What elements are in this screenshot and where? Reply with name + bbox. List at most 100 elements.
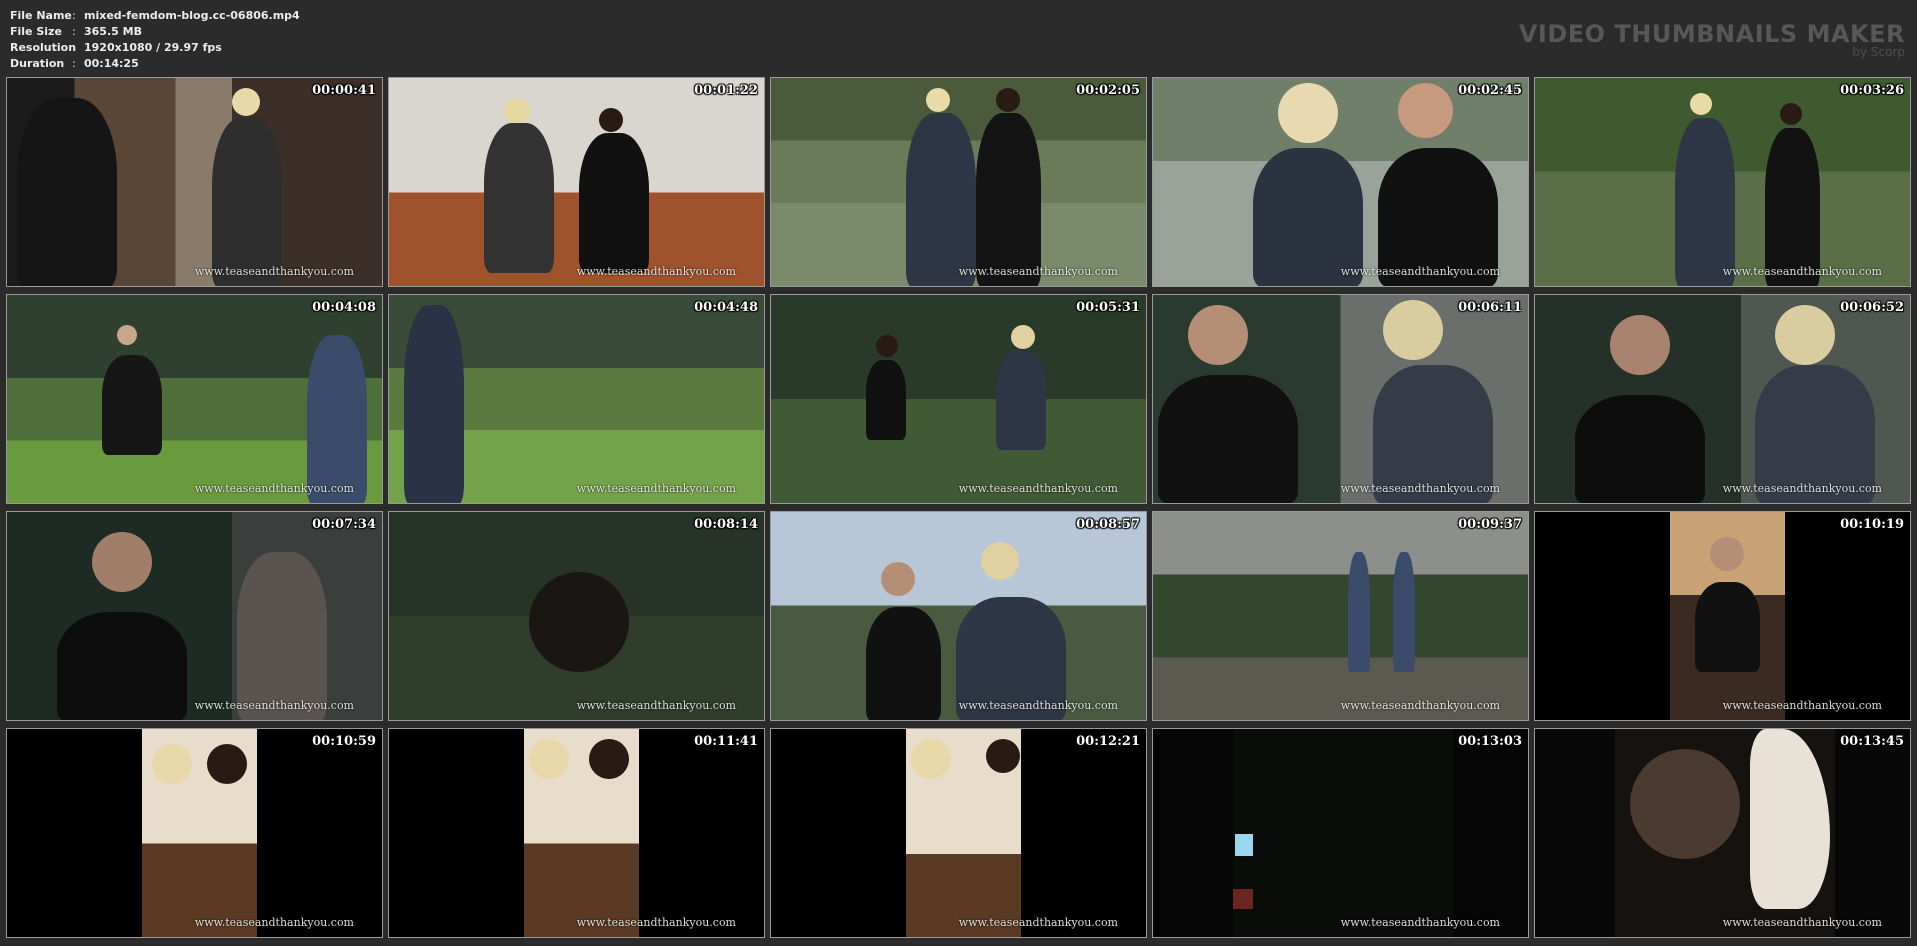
info-separator: : [72,57,76,70]
thumbnail-image [1153,729,1528,937]
timestamp-label: 00:13:45 [1840,734,1904,749]
thumbnail[interactable]: 00:09:37 www.teaseandthankyou.com [1152,511,1529,721]
person-head [881,562,915,596]
thumbnail[interactable]: 00:13:45 www.teaseandthankyou.com [1534,728,1911,938]
thumbnail[interactable]: 00:05:31 www.teaseandthankyou.com [770,294,1147,504]
thumbnail[interactable]: 00:01:22 www.teaseandthankyou.com [388,77,765,287]
person-figure [404,305,464,503]
thumbnail-image [1535,512,1910,720]
timestamp-label: 00:13:03 [1458,734,1522,749]
person-figure [102,355,162,455]
thumbnail[interactable]: 00:04:48 www.teaseandthankyou.com [388,294,765,504]
watermark-text: www.teaseandthankyou.com [1340,482,1500,495]
person-figure [579,133,649,273]
timestamp-label: 00:10:59 [312,734,376,749]
watermark-text: www.teaseandthankyou.com [1340,916,1500,929]
person-figure [1158,375,1298,503]
thumbnail[interactable]: 00:07:34 www.teaseandthankyou.com [6,511,383,721]
thumbnail-image [7,729,382,937]
watermark-text: www.teaseandthankyou.com [958,482,1118,495]
thumbnail[interactable]: 00:02:45 www.teaseandthankyou.com [1152,77,1529,287]
info-row-filename: File Name : mixed-femdom-blog.cc-06806.m… [10,8,300,24]
timestamp-label: 00:06:52 [1840,300,1904,315]
timestamp-label: 00:06:11 [1458,300,1522,315]
thumbnail[interactable]: 00:06:11 www.teaseandthankyou.com [1152,294,1529,504]
person-head [1630,749,1740,859]
timestamp-label: 00:00:41 [312,83,376,98]
header: File Name : mixed-femdom-blog.cc-06806.m… [0,0,1917,74]
info-value: mixed-femdom-blog.cc-06806.mp4 [84,9,300,22]
thumbnail[interactable]: 00:13:03 www.teaseandthankyou.com [1152,728,1529,938]
person-head [926,88,950,112]
watermark-text: www.teaseandthankyou.com [1340,699,1500,712]
info-key: File Size [10,25,62,38]
person-figure [906,113,976,286]
info-value: 00:14:25 [84,57,139,70]
person-head [911,739,951,779]
thumbnail[interactable]: 00:06:52 www.teaseandthankyou.com [1534,294,1911,504]
watermark-text: www.teaseandthankyou.com [1722,265,1882,278]
person-figure [1675,118,1735,286]
person-head [986,739,1020,773]
timestamp-label: 00:11:41 [694,734,758,749]
thumbnail-grid: 00:00:41 www.teaseandthankyou.com 00:01:… [6,77,1911,938]
watermark-text: www.teaseandthankyou.com [194,916,354,929]
thumbnail[interactable]: 00:10:19 www.teaseandthankyou.com [1534,511,1911,721]
watermark-text: www.teaseandthankyou.com [958,265,1118,278]
person-figure [976,113,1041,286]
person-head [232,88,260,116]
thumbnail-image [1535,729,1910,937]
person-head [529,572,629,672]
person-figure [212,118,282,286]
person-figure [17,98,117,286]
info-row-filesize: File Size : 365.5 MB [10,24,300,40]
person-figure [307,335,367,503]
thumbnail[interactable]: 00:08:57 www.teaseandthankyou.com [770,511,1147,721]
watermark-text: www.teaseandthankyou.com [1340,265,1500,278]
watermark-text: www.teaseandthankyou.com [194,482,354,495]
person-head [529,739,569,779]
timestamp-label: 00:01:22 [694,83,758,98]
timestamp-label: 00:04:08 [312,300,376,315]
thumbnail[interactable]: 00:10:59 www.teaseandthankyou.com [6,728,383,938]
thumbnail-image [389,729,764,937]
person-head [152,744,192,784]
person-head [599,108,623,132]
person-head [92,532,152,592]
file-info: File Name : mixed-femdom-blog.cc-06806.m… [10,8,300,72]
thumbnail[interactable]: 00:04:08 www.teaseandthankyou.com [6,294,383,504]
thumbnail-image [1535,78,1910,286]
thumbnail-image [7,78,382,286]
timestamp-label: 00:09:37 [1458,517,1522,532]
thumbnail[interactable]: 00:03:26 www.teaseandthankyou.com [1534,77,1911,287]
timestamp-label: 00:12:21 [1076,734,1140,749]
thumbnail[interactable]: 00:00:41 www.teaseandthankyou.com [6,77,383,287]
thumbnail-image [7,512,382,720]
person-head [207,744,247,784]
watermark-text: www.teaseandthankyou.com [1722,482,1882,495]
watermark-text: www.teaseandthankyou.com [576,916,736,929]
thumbnail[interactable]: 00:12:21 www.teaseandthankyou.com [770,728,1147,938]
person-figure [1765,128,1820,286]
person-head [1710,537,1744,571]
thumbnail[interactable]: 00:02:05 www.teaseandthankyou.com [770,77,1147,287]
timestamp-label: 00:08:14 [694,517,758,532]
watermark-text: www.teaseandthankyou.com [576,482,736,495]
person-head [876,335,898,357]
thumbnail[interactable]: 00:08:14 www.teaseandthankyou.com [388,511,765,721]
person-figure [57,612,187,720]
person-figure [866,607,941,720]
watermark-text: www.teaseandthankyou.com [1722,916,1882,929]
person-figure [1348,552,1370,672]
person-figure [1695,582,1760,672]
watermark-text: www.teaseandthankyou.com [194,265,354,278]
watermark-text: www.teaseandthankyou.com [576,265,736,278]
person-head [1383,300,1443,360]
thumbnail[interactable]: 00:11:41 www.teaseandthankyou.com [388,728,765,938]
timestamp-label: 00:02:45 [1458,83,1522,98]
person-head [1780,103,1802,125]
thumbnail-image [1153,295,1528,503]
screen-glow [1235,834,1253,856]
info-key: Resolution [10,41,77,54]
info-value: 1920x1080 / 29.97 fps [84,41,222,54]
